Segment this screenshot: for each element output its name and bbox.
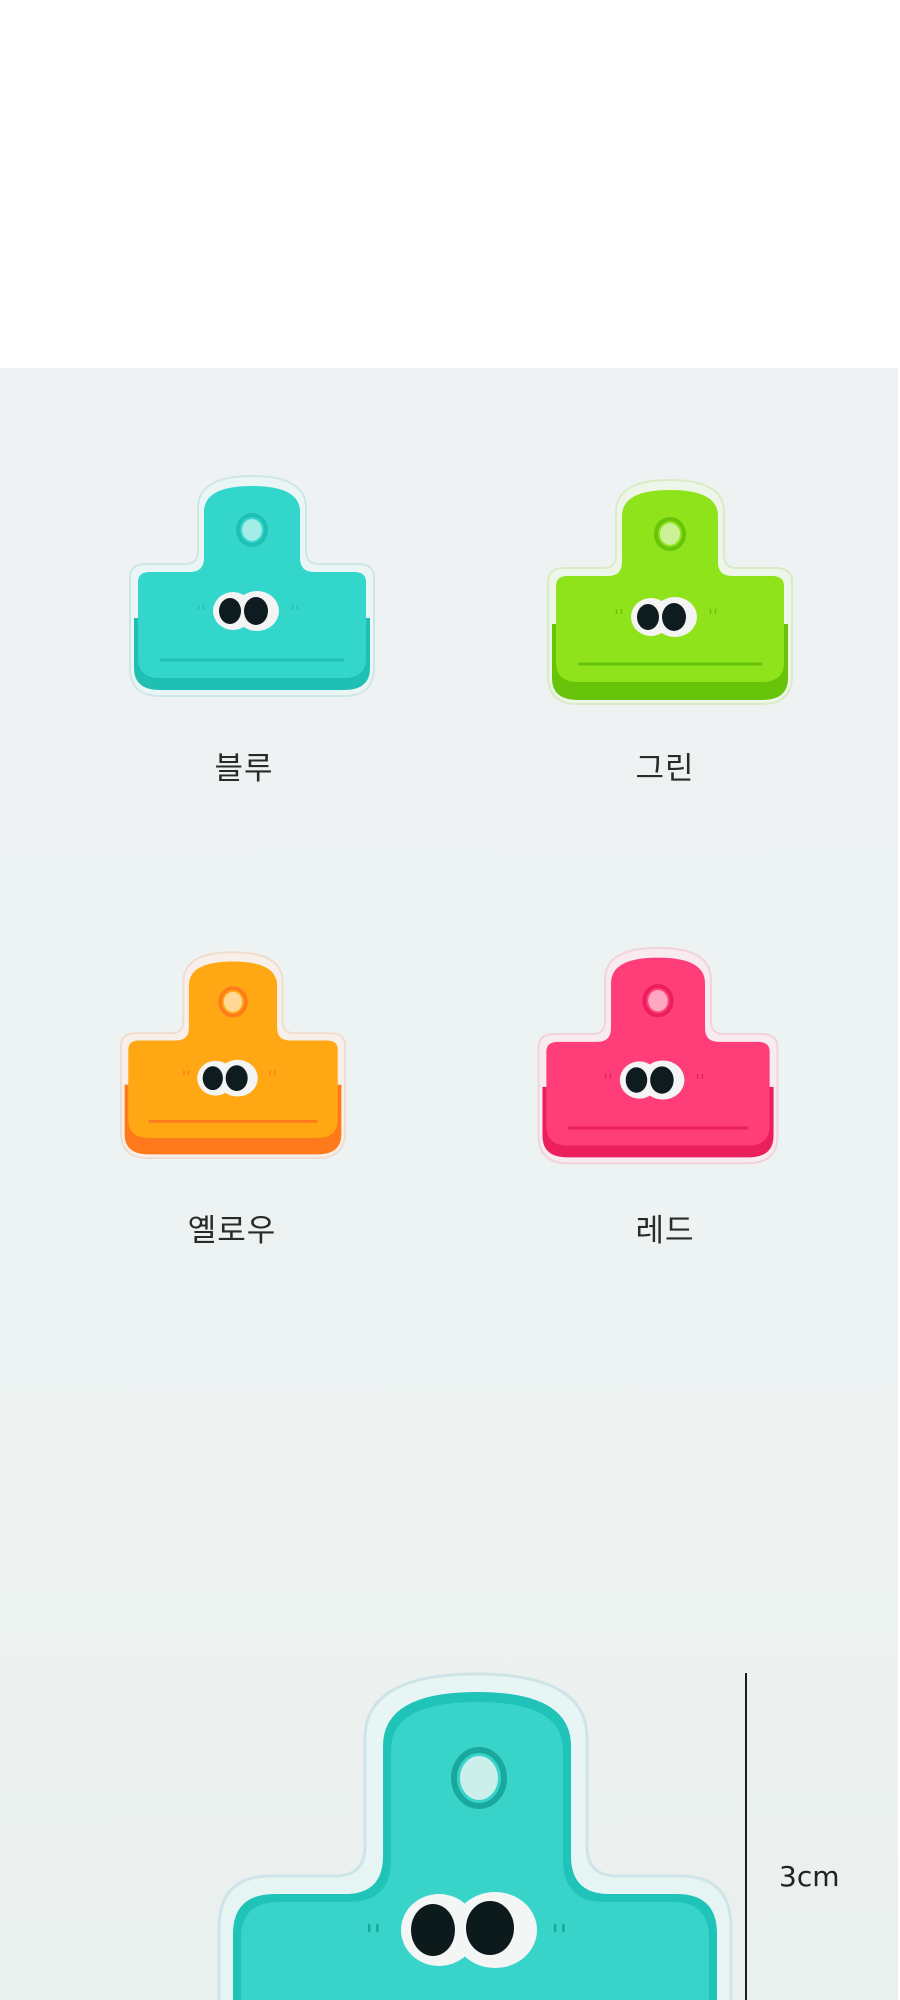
svg-text:'': ''	[614, 606, 624, 627]
eyes	[197, 1059, 258, 1097]
color-label-green: 그린	[635, 751, 695, 787]
eyes	[213, 591, 279, 631]
svg-text:'': ''	[695, 1072, 705, 1092]
eyes	[631, 597, 697, 637]
height-measure-line	[745, 1673, 747, 2000]
eyes	[401, 1892, 537, 1968]
color-label-blue: 블루	[214, 751, 274, 787]
clip-yellow: '' ''	[120, 951, 346, 1159]
svg-text:'': ''	[708, 606, 718, 627]
clip-body: '' ''	[120, 951, 346, 1159]
svg-text:'': ''	[365, 1919, 382, 1954]
clip-blue: '' ''	[129, 474, 375, 697]
svg-text:'': ''	[551, 1919, 568, 1954]
svg-text:'': ''	[182, 1068, 191, 1087]
clip-blue-closeup: '' ''	[217, 1672, 733, 2000]
eyes	[619, 1060, 685, 1100]
clip-red: '' ''	[537, 946, 779, 1165]
svg-text:'': ''	[268, 1068, 277, 1087]
height-measure-label: 3cm	[779, 1860, 840, 1893]
clip-body: '' ''	[547, 478, 793, 705]
color-label-yellow: 옐로우	[187, 1213, 277, 1249]
svg-text:'': ''	[290, 602, 300, 623]
clip-body: '' ''	[537, 946, 779, 1165]
svg-text:'': ''	[603, 1072, 613, 1092]
clip-body: '' ''	[129, 474, 375, 697]
color-label-red: 레드	[635, 1213, 695, 1249]
clip-green: '' ''	[547, 478, 793, 705]
top-white-area	[0, 0, 900, 368]
svg-text:'': ''	[196, 602, 206, 623]
